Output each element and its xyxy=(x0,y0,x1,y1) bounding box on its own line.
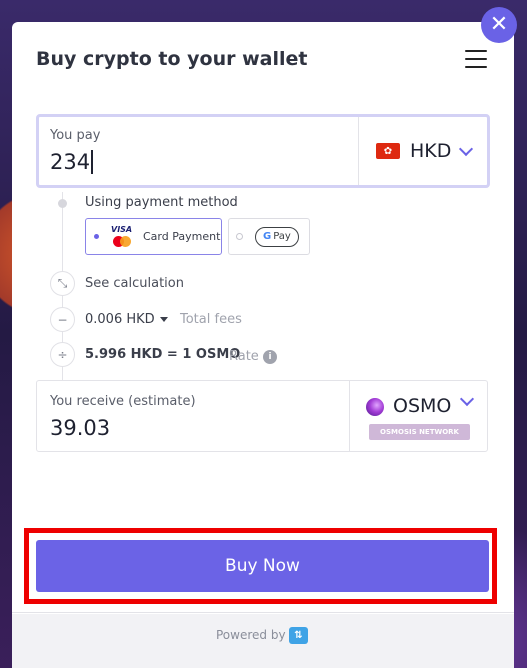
hamburger-menu-icon[interactable] xyxy=(465,50,487,68)
close-button[interactable]: ✕ xyxy=(481,7,517,43)
selected-radio-icon xyxy=(94,234,99,239)
provider-logo-icon: ⇅ xyxy=(289,627,308,644)
info-icon[interactable]: i xyxy=(263,350,277,364)
exchange-rate-value: 5.996 HKD = 1 OSMO xyxy=(85,347,241,362)
rate-label: Rate xyxy=(229,349,259,364)
page-title: Buy crypto to your wallet xyxy=(36,48,308,70)
receive-label: You receive (estimate) xyxy=(50,394,196,409)
fiat-currency-code: HKD xyxy=(410,140,452,162)
pay-amount-input[interactable]: 234 xyxy=(50,150,94,174)
crypto-currency-select[interactable]: OSMO OSMOSIS NETWORK xyxy=(351,381,487,451)
osmosis-logo-icon xyxy=(366,398,384,416)
receive-amount-value: 39.03 xyxy=(50,416,111,440)
visa-mastercard-icon: VISA xyxy=(111,225,137,249)
caret-down-icon xyxy=(159,317,168,322)
total-fees-label: Total fees xyxy=(180,312,242,327)
payment-option-label: Card Payment xyxy=(143,230,221,243)
pay-input-group: You pay 234 ✿ HKD xyxy=(36,114,490,188)
fiat-currency-select[interactable]: ✿ HKD xyxy=(360,117,487,185)
see-calculation-link[interactable]: See calculation xyxy=(85,276,184,291)
buy-now-button[interactable]: Buy Now xyxy=(36,540,489,592)
timeline-dot xyxy=(58,199,67,208)
payment-option-card[interactable]: VISA Card Payment xyxy=(85,218,222,255)
payment-method-label: Using payment method xyxy=(85,195,238,210)
close-icon: ✕ xyxy=(489,12,509,37)
network-badge: OSMOSIS NETWORK xyxy=(369,424,470,440)
crypto-currency-code: OSMO xyxy=(393,395,452,417)
pay-label: You pay xyxy=(50,128,101,143)
footer-divider xyxy=(12,612,514,613)
unselected-radio-icon xyxy=(236,233,243,240)
pay-amount-field[interactable]: You pay 234 xyxy=(39,117,359,185)
receive-amount-field: You receive (estimate) 39.03 xyxy=(37,381,350,451)
chevron-down-icon xyxy=(459,391,475,407)
chevron-down-icon xyxy=(459,141,474,156)
total-fees-value[interactable]: 0.006 HKD xyxy=(85,312,168,327)
hong-kong-flag-icon: ✿ xyxy=(376,143,400,159)
expand-arrows-icon[interactable]: ⤡ xyxy=(50,271,75,296)
payment-option-google-pay[interactable]: G Pay xyxy=(228,218,310,255)
google-pay-icon: G Pay xyxy=(255,226,299,247)
divide-icon: ÷ xyxy=(50,342,75,367)
receive-input-group: You receive (estimate) 39.03 OSMO OSMOSI… xyxy=(36,380,488,452)
powered-by-label: Powered by xyxy=(216,628,286,642)
minus-icon: − xyxy=(50,307,75,332)
